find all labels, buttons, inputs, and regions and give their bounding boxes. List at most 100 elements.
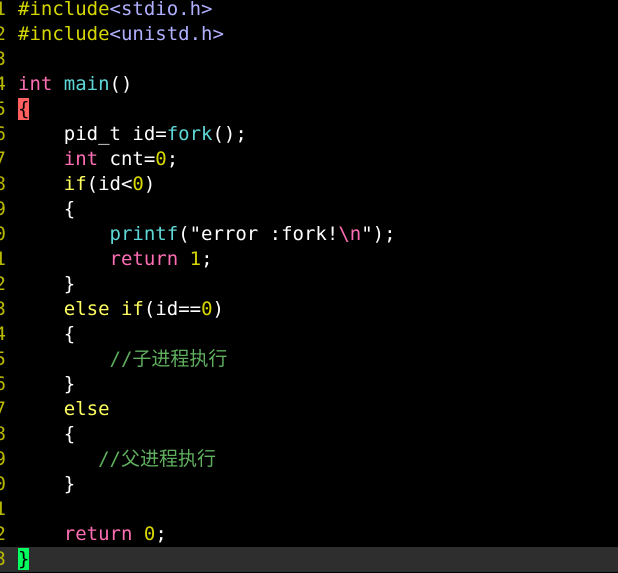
code-text[interactable]: { (18, 197, 75, 222)
code-token: else (63, 398, 110, 420)
code-line[interactable]: 3} (0, 547, 618, 572)
code-editor[interactable]: 1 #include<stdio.h> 2 #include<unistd.h> 3 4 i… (0, 0, 618, 573)
code-line[interactable]: 4 { (0, 322, 618, 347)
code-token: { (18, 323, 76, 345)
code-line[interactable]: 0 } (0, 472, 618, 497)
code-token: 0 (201, 298, 213, 320)
code-token: #include (18, 0, 110, 20)
code-line[interactable]: 8 { (0, 422, 618, 447)
code-token: } (18, 373, 76, 395)
code-text[interactable]: else if(id==0) (18, 297, 224, 322)
code-line[interactable]: 4 int main() (0, 72, 618, 97)
line-number: 1 (0, 0, 6, 20)
code-token: ) (212, 298, 224, 320)
code-line[interactable]: 7 int cnt=0; (0, 147, 618, 172)
code-token: //父进程执行 (98, 448, 216, 470)
code-text[interactable]: return 0; (18, 522, 167, 547)
code-token: <unistd.h> (109, 23, 224, 45)
code-token: 1 (189, 248, 202, 270)
code-token: (); (212, 123, 247, 145)
code-text[interactable]: printf("error :fork!\n"); (18, 222, 396, 247)
code-line[interactable]: 2 return 0; (0, 522, 618, 547)
code-token: ) (143, 173, 156, 195)
code-line[interactable]: 9 { (0, 197, 618, 222)
code-text[interactable]: { (18, 97, 30, 122)
code-text[interactable]: #include<unistd.h> (18, 22, 224, 47)
line-number: 7 (0, 148, 6, 170)
code-text[interactable]: int main() (18, 72, 132, 97)
line-number: 1 (0, 248, 6, 270)
line-number: 2 (0, 23, 6, 45)
code-token: 0 (143, 523, 156, 545)
code-text[interactable]: if(id<0) (18, 172, 156, 197)
code-text[interactable]: { (18, 422, 75, 447)
code-token: { (18, 198, 76, 220)
code-token: <stdio.h> (109, 0, 213, 20)
code-token: ; (201, 248, 213, 270)
code-token: } (18, 473, 76, 495)
code-line[interactable]: 1 #include<stdio.h> (0, 0, 618, 22)
code-line[interactable]: 7 else (0, 397, 618, 422)
matching-brace-highlight: { (18, 98, 30, 120)
code-token: () (109, 73, 133, 95)
code-line[interactable]: 5{ (0, 97, 618, 122)
code-line[interactable]: 6 pid_t id=fork(); (0, 122, 618, 147)
code-line[interactable]: 2 } (0, 272, 618, 297)
code-text[interactable]: { (18, 322, 75, 347)
code-line[interactable]: 5 //子进程执行 (0, 347, 618, 372)
code-text[interactable]: return 1; (18, 247, 213, 272)
code-line[interactable]: 3 else if(id==0) (0, 297, 618, 322)
line-number: 3 (0, 548, 6, 570)
code-token: ; (155, 523, 167, 545)
code-token: int (63, 148, 99, 170)
code-line[interactable]: 6 } (0, 372, 618, 397)
code-text[interactable]: } (18, 372, 75, 397)
line-number: 8 (0, 423, 6, 445)
code-text[interactable]: } (18, 547, 30, 572)
code-token: ; (166, 148, 179, 170)
code-token: printf (109, 223, 179, 245)
code-line[interactable]: 9 //父进程执行 (0, 447, 618, 472)
code-token: //子进程执行 (109, 348, 228, 370)
line-number: 4 (0, 323, 6, 345)
code-token: pid_t id= (18, 123, 167, 145)
line-number: 5 (0, 348, 6, 370)
code-token: { (18, 423, 76, 445)
code-line[interactable]: 2 #include<unistd.h> (0, 22, 618, 47)
line-number: 2 (0, 273, 6, 295)
code-line[interactable]: 3 (0, 47, 618, 72)
code-token: 0 (132, 173, 144, 195)
code-token: \n (338, 223, 362, 245)
line-number: 6 (0, 373, 6, 395)
line-number: 8 (0, 173, 6, 195)
code-text[interactable]: int cnt=0; (18, 147, 178, 172)
code-text[interactable]: } (18, 272, 75, 297)
code-text[interactable]: else (18, 397, 110, 422)
code-token: return (63, 523, 133, 545)
code-token: #include (18, 23, 110, 45)
code-text[interactable]: pid_t id=fork(); (18, 122, 247, 147)
line-number: 4 (0, 73, 6, 95)
code-text[interactable]: //子进程执行 (18, 347, 228, 372)
code-token: fork (166, 123, 213, 145)
code-text[interactable]: } (18, 472, 75, 497)
code-text[interactable]: //父进程执行 (18, 447, 216, 472)
code-token: return (109, 248, 179, 270)
code-token: (id== (143, 298, 202, 320)
code-token: else (63, 298, 110, 320)
code-line[interactable]: 1 (0, 497, 618, 522)
code-text[interactable]: #include<stdio.h> (18, 0, 212, 22)
code-line[interactable]: 0 printf("error :fork!\n"); (0, 222, 618, 247)
line-number: 3 (0, 48, 6, 70)
code-line[interactable]: 8 if(id<0) (0, 172, 618, 197)
code-line[interactable]: 1 return 1; (0, 247, 618, 272)
line-number: 6 (0, 123, 6, 145)
line-number: 7 (0, 398, 6, 420)
